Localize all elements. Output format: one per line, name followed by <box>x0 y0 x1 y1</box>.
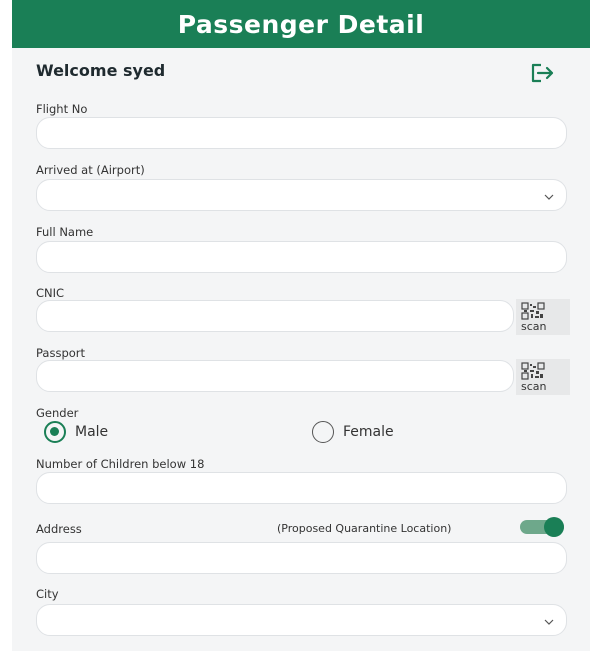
passport-input[interactable] <box>36 360 514 392</box>
page-header: Passenger Detail <box>12 0 590 48</box>
quarantine-location-label: (Proposed Quarantine Location) <box>277 522 452 535</box>
gender-option-male[interactable]: Male <box>44 421 108 443</box>
quarantine-toggle[interactable] <box>520 517 564 537</box>
children-input[interactable] <box>36 472 567 504</box>
qr-code-icon <box>521 362 545 380</box>
city-label: City <box>36 587 59 601</box>
passenger-form: Welcome syed Flight No Arrived at (Airpo… <box>12 48 590 651</box>
full-name-label: Full Name <box>36 225 94 239</box>
scan-label: scan <box>521 380 547 393</box>
radio-checked-icon <box>44 421 66 443</box>
children-label: Number of Children below 18 <box>36 457 205 471</box>
city-select[interactable] <box>36 604 567 636</box>
page-title: Passenger Detail <box>177 9 425 39</box>
logout-icon[interactable] <box>529 61 557 85</box>
chevron-down-icon <box>544 194 554 200</box>
scan-label: scan <box>521 320 547 333</box>
cnic-input[interactable] <box>36 300 514 332</box>
qr-code-icon <box>521 302 545 320</box>
cnic-scan-button[interactable]: scan <box>516 299 570 335</box>
full-name-input[interactable] <box>36 241 567 273</box>
cnic-label: CNIC <box>36 286 65 300</box>
address-input[interactable] <box>36 542 567 574</box>
chevron-down-icon <box>544 619 554 625</box>
radio-unchecked-icon <box>312 421 334 443</box>
welcome-text: Welcome syed <box>36 61 166 80</box>
arrived-at-label: Arrived at (Airport) <box>36 163 145 177</box>
arrived-at-select[interactable] <box>36 179 567 211</box>
gender-female-label: Female <box>343 424 394 440</box>
passport-scan-button[interactable]: scan <box>516 359 570 395</box>
gender-label: Gender <box>36 406 79 420</box>
address-label: Address <box>36 522 82 536</box>
gender-option-female[interactable]: Female <box>312 421 394 443</box>
flight-no-input[interactable] <box>36 117 567 149</box>
toggle-knob <box>544 517 564 537</box>
gender-male-label: Male <box>75 424 109 440</box>
flight-no-label: Flight No <box>36 102 88 116</box>
passport-label: Passport <box>36 346 86 360</box>
